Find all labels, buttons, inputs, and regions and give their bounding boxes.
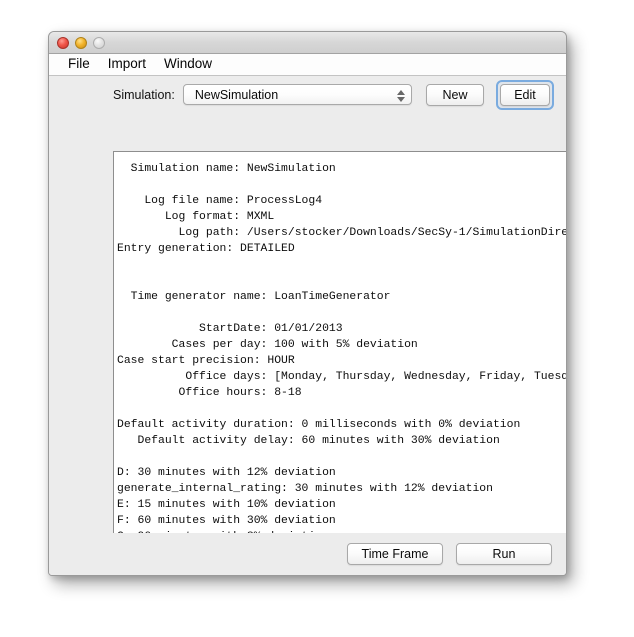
simulation-toolbar: Simulation: NewSimulation New Edit: [49, 76, 566, 113]
footer-button-bar: Time Frame Run: [49, 533, 566, 575]
simulation-details-scrollpane: Simulation name: NewSimulation Log file …: [113, 151, 566, 559]
up-down-stepper-icon[interactable]: [396, 87, 405, 104]
time-frame-button[interactable]: Time Frame: [347, 543, 443, 565]
chevron-up-icon: [396, 89, 405, 95]
simulation-details-text[interactable]: Simulation name: NewSimulation Log file …: [114, 152, 566, 544]
run-button[interactable]: Run: [456, 543, 552, 565]
zoom-button[interactable]: [93, 37, 105, 49]
menu-bar: File Import Window: [49, 54, 566, 76]
simulation-combobox[interactable]: NewSimulation: [182, 84, 412, 105]
application-window: File Import Window Simulation: NewSimula…: [48, 31, 567, 576]
menu-window[interactable]: Window: [155, 55, 221, 74]
edit-button[interactable]: Edit: [500, 83, 550, 106]
menu-file[interactable]: File: [59, 55, 99, 74]
simulation-label: Simulation:: [113, 87, 175, 102]
chevron-down-icon: [396, 96, 405, 102]
edit-button-focus-ring: Edit: [496, 79, 554, 110]
new-button[interactable]: New: [426, 83, 484, 106]
menu-import[interactable]: Import: [99, 55, 155, 74]
close-button[interactable]: [57, 37, 69, 49]
simulation-combobox-value: NewSimulation: [194, 87, 279, 102]
minimize-button[interactable]: [75, 37, 87, 49]
window-titlebar: [49, 32, 566, 54]
